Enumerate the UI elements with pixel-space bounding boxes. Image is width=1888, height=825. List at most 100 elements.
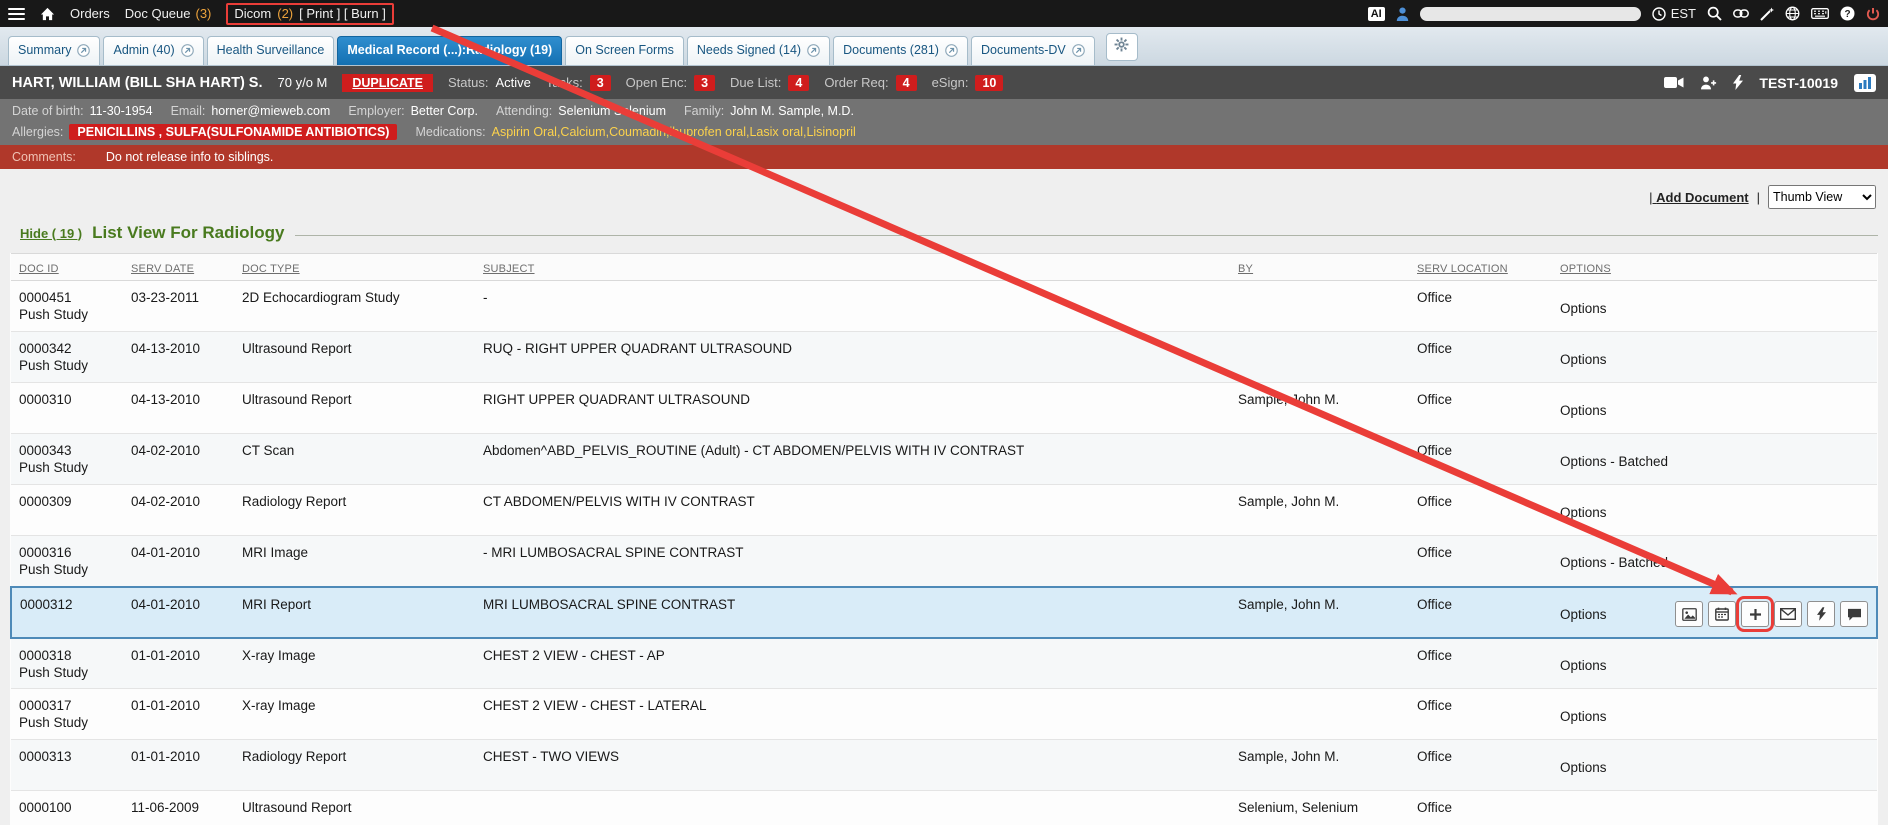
tab-needs-signed[interactable]: Needs Signed (14) xyxy=(687,36,830,65)
esign-badge[interactable]: 10 xyxy=(975,75,1003,91)
hide-link[interactable]: Hide ( 19 ) xyxy=(20,226,82,241)
doc-id-link[interactable]: 0000451 xyxy=(19,289,115,306)
options-link[interactable]: Options - Batched xyxy=(1560,554,1668,571)
view-mode-select[interactable]: Thumb View xyxy=(1768,185,1876,209)
popout-icon[interactable] xyxy=(807,44,820,57)
options-link[interactable]: Options xyxy=(1560,759,1607,776)
open-enc-counter[interactable]: Open Enc: 3 xyxy=(626,75,715,91)
doc-id-link[interactable]: 0000100 xyxy=(19,799,115,816)
table-row[interactable]: 0000318 Push Study 01-01-2010 X-ray Imag… xyxy=(11,638,1877,689)
lightning-icon[interactable] xyxy=(1807,601,1835,627)
tab-on-screen-forms[interactable]: On Screen Forms xyxy=(565,36,684,65)
allergies-badge[interactable]: PENICILLINS , SULFA(SULFONAMIDE ANTIBIOT… xyxy=(69,124,397,140)
medication-link[interactable]: Aspirin Oral xyxy=(492,125,561,139)
table-row[interactable]: 0000316 Push Study 04-01-2010 MRI Image … xyxy=(11,536,1877,587)
options-link[interactable]: Options - Batched xyxy=(1560,453,1668,470)
medication-link[interactable]: Calcium xyxy=(560,125,609,139)
table-row[interactable]: 0000343 Push Study 04-02-2010 CT Scan Ab… xyxy=(11,434,1877,485)
push-study-link[interactable]: Push Study xyxy=(19,357,115,374)
order-req-badge[interactable]: 4 xyxy=(896,75,917,91)
push-study-link[interactable]: Push Study xyxy=(19,459,115,476)
table-row[interactable]: 0000312 04-01-2010 MRI Report MRI LUMBOS… xyxy=(11,587,1877,638)
globe-icon[interactable] xyxy=(1785,6,1800,21)
popout-icon[interactable] xyxy=(77,44,90,57)
tasks-badge[interactable]: 3 xyxy=(590,75,611,91)
tab-summary[interactable]: Summary xyxy=(8,36,100,65)
medication-link[interactable]: Coumadin xyxy=(609,125,669,139)
search-icon[interactable] xyxy=(1707,6,1722,21)
tab-health-surveillance[interactable]: Health Surveillance xyxy=(207,36,335,65)
col-doc-id[interactable]: DOC ID xyxy=(11,254,123,281)
help-icon[interactable]: ? xyxy=(1840,6,1855,21)
popout-icon[interactable] xyxy=(1072,44,1085,57)
lightning-icon[interactable] xyxy=(1733,75,1743,90)
link-icon[interactable] xyxy=(1733,9,1749,18)
options-link[interactable]: Options xyxy=(1560,708,1607,725)
add-document-link[interactable]: Add Document xyxy=(1649,190,1748,205)
push-study-link[interactable]: Push Study xyxy=(19,714,115,731)
order-req-counter[interactable]: Order Req: 4 xyxy=(824,75,916,91)
bar-chart-icon[interactable] xyxy=(1854,74,1876,92)
table-row[interactable]: 0000451 Push Study 03-23-2011 2D Echocar… xyxy=(11,281,1877,332)
medication-link[interactable]: Lisinopril xyxy=(806,125,855,139)
col-serv-location[interactable]: SERV LOCATION xyxy=(1409,254,1552,281)
open-enc-badge[interactable]: 3 xyxy=(694,75,715,91)
doc-id-link[interactable]: 0000312 xyxy=(20,596,115,613)
doc-id-link[interactable]: 0000316 xyxy=(19,544,115,561)
video-camera-icon[interactable] xyxy=(1664,76,1684,89)
options-link[interactable]: Options xyxy=(1560,657,1607,674)
options-link[interactable]: Options xyxy=(1560,351,1607,368)
options-link[interactable]: Options xyxy=(1560,402,1607,419)
options-link[interactable]: Options xyxy=(1560,504,1607,521)
options-link[interactable]: Options xyxy=(1560,300,1607,317)
col-options[interactable]: OPTIONS xyxy=(1552,254,1877,281)
table-row[interactable]: 0000342 Push Study 04-13-2010 Ultrasound… xyxy=(11,332,1877,383)
topbar-item-orders[interactable]: Orders xyxy=(70,6,110,21)
doc-id-link[interactable]: 0000318 xyxy=(19,647,115,664)
tab-admin[interactable]: Admin (40) xyxy=(103,36,203,65)
topbar-search-input[interactable] xyxy=(1420,7,1641,21)
table-row[interactable]: 0000313 01-01-2010 Radiology Report CHES… xyxy=(11,740,1877,791)
push-study-link[interactable]: Push Study xyxy=(19,561,115,578)
tab-settings-button[interactable] xyxy=(1106,33,1138,61)
medication-link[interactable]: Lasix oral xyxy=(749,125,806,139)
table-row[interactable]: 0000310 04-13-2010 Ultrasound Report RIG… xyxy=(11,383,1877,434)
topbar-item-doc-queue[interactable]: Doc Queue (3) xyxy=(125,6,212,21)
add-person-icon[interactable] xyxy=(1700,76,1717,90)
col-doc-type[interactable]: DOC TYPE xyxy=(234,254,475,281)
envelope-icon[interactable] xyxy=(1774,601,1802,627)
comment-icon[interactable] xyxy=(1840,601,1868,627)
col-by[interactable]: BY xyxy=(1230,254,1409,281)
doc-id-link[interactable]: 0000317 xyxy=(19,697,115,714)
tab-documents[interactable]: Documents (281) xyxy=(833,36,968,65)
duplicate-badge[interactable]: DUPLICATE xyxy=(342,74,433,92)
col-serv-date[interactable]: SERV DATE xyxy=(123,254,234,281)
user-icon[interactable] xyxy=(1396,7,1409,21)
home-icon[interactable] xyxy=(40,7,55,21)
col-subject[interactable]: SUBJECT xyxy=(475,254,1230,281)
options-link[interactable]: Options xyxy=(1560,606,1607,623)
tab-documents-dv[interactable]: Documents-DV xyxy=(971,36,1095,65)
doc-id-link[interactable]: 0000342 xyxy=(19,340,115,357)
keyboard-icon[interactable] xyxy=(1811,8,1829,19)
table-row[interactable]: 0000309 04-02-2010 Radiology Report CT A… xyxy=(11,485,1877,536)
push-study-link[interactable]: Push Study xyxy=(19,306,115,323)
dicom-print-burn[interactable]: [ Print ] [ Burn ] xyxy=(299,6,386,21)
topbar-item-dicom[interactable]: Dicom (2) [ Print ] [ Burn ] xyxy=(226,3,393,25)
popout-icon[interactable] xyxy=(945,44,958,57)
table-row[interactable]: 0000317 Push Study 01-01-2010 X-ray Imag… xyxy=(11,689,1877,740)
due-list-counter[interactable]: Due List: 4 xyxy=(730,75,809,91)
medication-link[interactable]: ibuprofen oral xyxy=(670,125,750,139)
calendar-icon[interactable] xyxy=(1708,601,1736,627)
timezone-indicator[interactable]: EST xyxy=(1652,6,1696,21)
doc-id-link[interactable]: 0000313 xyxy=(19,748,115,765)
doc-id-link[interactable]: 0000309 xyxy=(19,493,115,510)
tasks-counter[interactable]: Tasks: 3 xyxy=(546,75,611,91)
table-row[interactable]: 0000100 11-06-2009 Ultrasound Report Sel… xyxy=(11,791,1877,825)
hamburger-icon[interactable] xyxy=(8,8,25,20)
tab-medical-record-radiology[interactable]: Medical Record (...):Radiology (19) xyxy=(337,36,562,65)
power-icon[interactable] xyxy=(1866,7,1880,21)
due-list-badge[interactable]: 4 xyxy=(788,75,809,91)
doc-id-link[interactable]: 0000310 xyxy=(19,391,115,408)
push-study-link[interactable]: Push Study xyxy=(19,664,115,681)
